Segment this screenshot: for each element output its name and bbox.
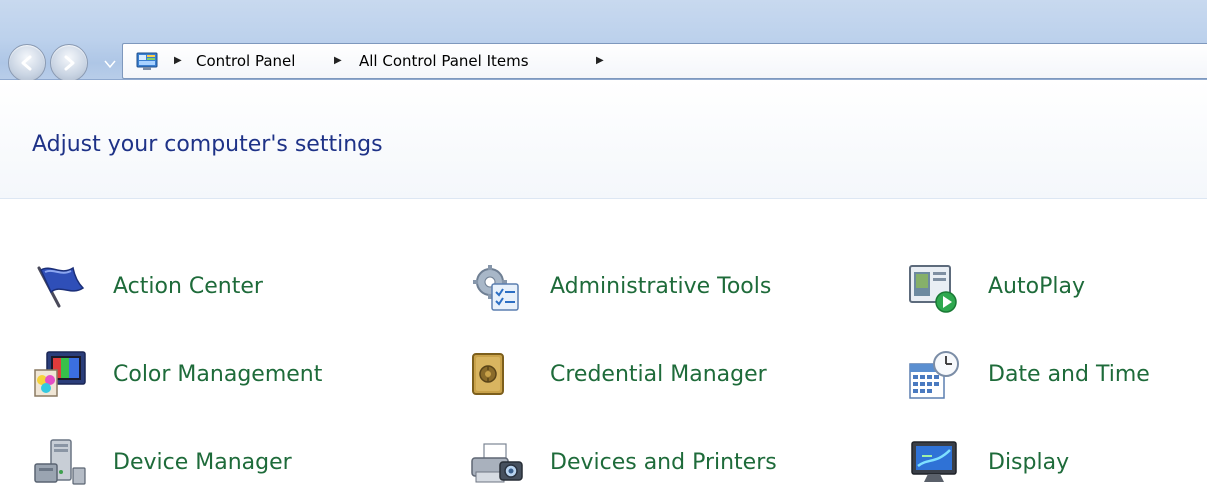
page-title: Adjust your computer's settings	[32, 132, 383, 157]
item-label: Device Manager	[113, 450, 292, 475]
color-management-icon	[34, 351, 86, 397]
recent-pages-dropdown[interactable]	[102, 56, 118, 70]
breadcrumb-separator[interactable]: ▶	[596, 44, 604, 78]
forward-button[interactable]	[50, 44, 88, 82]
calendar-clock-icon	[909, 351, 959, 399]
control-panel-icon	[136, 52, 158, 70]
breadcrumb-separator[interactable]: ▶	[174, 44, 182, 78]
item-label: Display	[988, 450, 1070, 475]
autoplay-icon	[909, 265, 957, 313]
breadcrumb-control-panel[interactable]: Control Panel	[196, 44, 295, 78]
back-arrow-icon	[21, 55, 32, 71]
item-label: Credential Manager	[550, 362, 767, 387]
forward-arrow-icon	[64, 55, 75, 71]
item-label: Action Center	[113, 274, 263, 299]
address-bar[interactable]: ▶ Control Panel ▶ All Control Panel Item…	[122, 43, 1207, 79]
monitor-icon	[911, 441, 957, 482]
flag-icon	[37, 266, 85, 308]
item-label: Date and Time	[988, 362, 1150, 387]
chevron-down-icon	[104, 60, 116, 69]
vault-icon	[472, 353, 504, 395]
navigation-bar: ▶ Control Panel ▶ All Control Panel Item…	[0, 40, 1207, 82]
breadcrumb-separator[interactable]: ▶	[334, 44, 342, 78]
device-manager-icon	[34, 439, 86, 485]
breadcrumb-all-items[interactable]: All Control Panel Items	[359, 44, 529, 78]
item-label: AutoPlay	[988, 274, 1085, 299]
item-label: Devices and Printers	[550, 450, 777, 475]
printer-camera-icon	[471, 443, 523, 483]
item-label: Color Management	[113, 362, 323, 387]
item-label: Administrative Tools	[550, 274, 772, 299]
back-button[interactable]	[8, 44, 46, 82]
window-titlebar	[0, 0, 1207, 40]
admin-tools-icon	[473, 265, 519, 311]
content-header: Adjust your computer's settings	[0, 80, 1207, 199]
